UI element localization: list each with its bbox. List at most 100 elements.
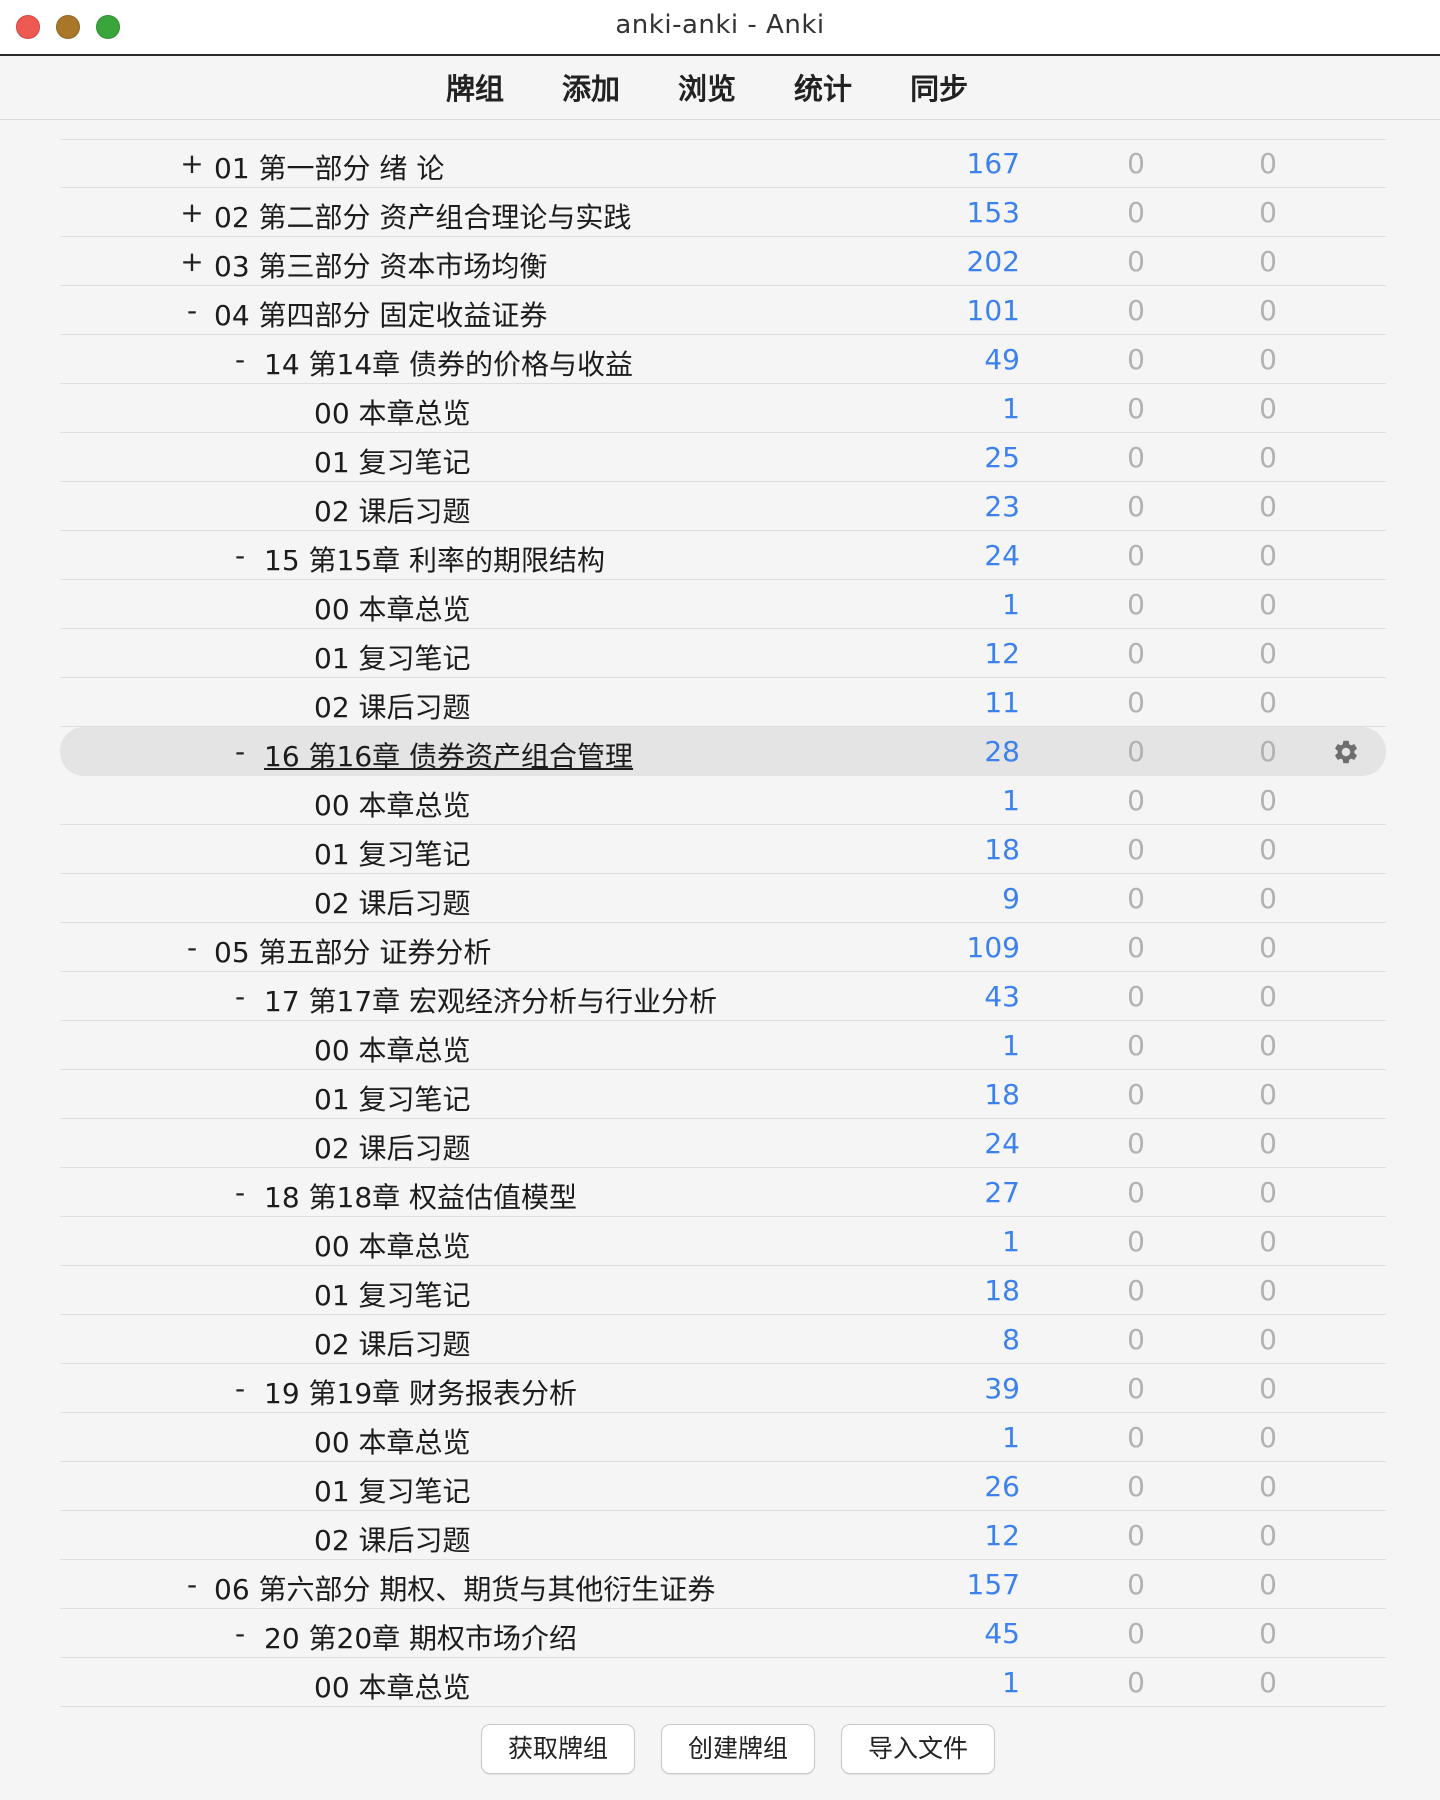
deck-name[interactable]: 01 复习笔记: [314, 833, 471, 873]
new-count: 28: [984, 735, 1020, 768]
deck-row[interactable]: 01 复习笔记 18 0 0: [0, 1070, 1440, 1119]
new-count: 202: [966, 245, 1020, 278]
tab-browse[interactable]: 浏览: [678, 66, 736, 108]
learn-count: 0: [1127, 1568, 1145, 1601]
deck-name[interactable]: 02 课后习题: [314, 490, 471, 530]
deck-row[interactable]: +02 第二部分 资产组合理论与实践 153 0 0: [0, 188, 1440, 237]
tab-add[interactable]: 添加: [562, 66, 620, 108]
deck-row[interactable]: -18 第18章 权益估值模型 27 0 0: [0, 1168, 1440, 1217]
deck-name[interactable]: 02 课后习题: [314, 686, 471, 726]
deck-row[interactable]: 00 本章总览 1 0 0: [0, 1021, 1440, 1070]
deck-row[interactable]: 02 课后习题 9 0 0: [0, 874, 1440, 923]
deck-name[interactable]: 01 复习笔记: [314, 1470, 471, 1510]
deck-name[interactable]: 03 第三部分 资本市场均衡: [214, 245, 547, 285]
deck-row[interactable]: -17 第17章 宏观经济分析与行业分析 43 0 0: [0, 972, 1440, 1021]
learn-count: 0: [1127, 196, 1145, 229]
deck-row[interactable]: +01 第一部分 绪 论 167 0 0: [0, 139, 1440, 188]
deck-row[interactable]: 01 复习笔记 18 0 0: [0, 825, 1440, 874]
tab-sync[interactable]: 同步: [910, 66, 968, 108]
deck-row[interactable]: 02 课后习题 24 0 0: [0, 1119, 1440, 1168]
deck-row[interactable]: 00 本章总览 1 0 0: [0, 384, 1440, 433]
collapse-toggle[interactable]: -: [228, 735, 252, 768]
deck-name[interactable]: 20 第20章 期权市场介绍: [264, 1617, 577, 1657]
deck-row[interactable]: -14 第14章 债券的价格与收益 49 0 0: [0, 335, 1440, 384]
collapse-toggle[interactable]: -: [180, 1568, 204, 1601]
deck-name[interactable]: 00 本章总览: [314, 1666, 471, 1706]
deck-row[interactable]: -05 第五部分 证券分析 109 0 0: [0, 923, 1440, 972]
deck-name[interactable]: 01 复习笔记: [314, 1078, 471, 1118]
deck-name[interactable]: 14 第14章 债券的价格与收益: [264, 343, 633, 383]
deck-name[interactable]: 00 本章总览: [314, 1225, 471, 1265]
tab-decks[interactable]: 牌组: [446, 66, 504, 108]
due-count: 0: [1259, 1568, 1277, 1601]
deck-name[interactable]: 02 课后习题: [314, 1323, 471, 1363]
collapse-toggle[interactable]: -: [228, 539, 252, 572]
deck-row[interactable]: 01 复习笔记 25 0 0: [0, 433, 1440, 482]
deck-name[interactable]: 17 第17章 宏观经济分析与行业分析: [264, 980, 717, 1020]
bottom-bar: 获取牌组 创建牌组 导入文件: [0, 1710, 1440, 1800]
collapse-toggle[interactable]: -: [228, 1372, 252, 1405]
deck-row[interactable]: -19 第19章 财务报表分析 39 0 0: [0, 1364, 1440, 1413]
deck-name[interactable]: 00 本章总览: [314, 392, 471, 432]
due-count: 0: [1259, 539, 1277, 572]
new-count: 1: [1002, 392, 1020, 425]
deck-row[interactable]: 02 课后习题 12 0 0: [0, 1511, 1440, 1560]
deck-name[interactable]: 02 课后习题: [314, 882, 471, 922]
deck-name[interactable]: 00 本章总览: [314, 1029, 471, 1069]
due-count: 0: [1259, 1470, 1277, 1503]
deck-row[interactable]: -06 第六部分 期权、期货与其他衍生证券 157 0 0: [0, 1560, 1440, 1609]
get-shared-button[interactable]: 获取牌组: [481, 1724, 635, 1774]
deck-row[interactable]: 01 复习笔记 18 0 0: [0, 1266, 1440, 1315]
deck-name[interactable]: 01 复习笔记: [314, 1274, 471, 1314]
expand-toggle[interactable]: +: [180, 196, 204, 229]
deck-name[interactable]: 18 第18章 权益估值模型: [264, 1176, 577, 1216]
deck-row-selected[interactable]: -16 第16章 债券资产组合管理 28 0 0: [0, 727, 1440, 776]
deck-row[interactable]: -20 第20章 期权市场介绍 45 0 0: [0, 1609, 1440, 1658]
collapse-toggle[interactable]: -: [228, 1617, 252, 1650]
collapse-toggle[interactable]: -: [228, 1176, 252, 1209]
deck-row[interactable]: 00 本章总览 1 0 0: [0, 776, 1440, 825]
deck-row[interactable]: 00 本章总览 1 0 0: [0, 1217, 1440, 1266]
deck-name[interactable]: 04 第四部分 固定收益证券: [214, 294, 547, 334]
deck-name[interactable]: 15 第15章 利率的期限结构: [264, 539, 605, 579]
expand-toggle[interactable]: +: [180, 147, 204, 180]
deck-list: +01 第一部分 绪 论 167 0 0 +02 第二部分 资产组合理论与实践 153 0 0…: [0, 90, 1440, 1710]
due-count: 0: [1259, 441, 1277, 474]
deck-name[interactable]: 16 第16章 债券资产组合管理: [264, 735, 633, 775]
deck-row[interactable]: 01 复习笔记 26 0 0: [0, 1462, 1440, 1511]
deck-row[interactable]: 02 课后习题 23 0 0: [0, 482, 1440, 531]
due-count: 0: [1259, 980, 1277, 1013]
deck-row[interactable]: 01 复习笔记 12 0 0: [0, 629, 1440, 678]
deck-row[interactable]: -04 第四部分 固定收益证券 101 0 0: [0, 286, 1440, 335]
deck-name[interactable]: 02 课后习题: [314, 1519, 471, 1559]
deck-name[interactable]: 01 第一部分 绪 论: [214, 147, 444, 187]
deck-name[interactable]: 00 本章总览: [314, 1421, 471, 1461]
collapse-toggle[interactable]: -: [180, 931, 204, 964]
deck-row[interactable]: 02 课后习题 8 0 0: [0, 1315, 1440, 1364]
deck-name[interactable]: 06 第六部分 期权、期货与其他衍生证券: [214, 1568, 715, 1608]
collapse-toggle[interactable]: -: [180, 294, 204, 327]
deck-name[interactable]: 01 复习笔记: [314, 441, 471, 481]
gear-icon[interactable]: [1332, 738, 1360, 766]
deck-name[interactable]: 00 本章总览: [314, 784, 471, 824]
import-file-button[interactable]: 导入文件: [841, 1724, 995, 1774]
deck-name[interactable]: 00 本章总览: [314, 588, 471, 628]
deck-row[interactable]: 00 本章总览 1 0 0: [0, 580, 1440, 629]
tab-stats[interactable]: 统计: [794, 66, 852, 108]
deck-row[interactable]: +03 第三部分 资本市场均衡 202 0 0: [0, 237, 1440, 286]
deck-row[interactable]: 00 本章总览 1 0 0: [0, 1413, 1440, 1462]
deck-name[interactable]: 05 第五部分 证券分析: [214, 931, 491, 971]
deck-name[interactable]: 02 课后习题: [314, 1127, 471, 1167]
deck-name[interactable]: 19 第19章 财务报表分析: [264, 1372, 577, 1412]
deck-row[interactable]: 00 本章总览 1 0 0: [0, 1658, 1440, 1707]
deck-row[interactable]: 02 课后习题 11 0 0: [0, 678, 1440, 727]
collapse-toggle[interactable]: -: [228, 343, 252, 376]
deck-name[interactable]: 02 第二部分 资产组合理论与实践: [214, 196, 631, 236]
due-count: 0: [1259, 245, 1277, 278]
deck-row[interactable]: -15 第15章 利率的期限结构 24 0 0: [0, 531, 1440, 580]
learn-count: 0: [1127, 1225, 1145, 1258]
deck-name[interactable]: 01 复习笔记: [314, 637, 471, 677]
create-deck-button[interactable]: 创建牌组: [661, 1724, 815, 1774]
expand-toggle[interactable]: +: [180, 245, 204, 278]
collapse-toggle[interactable]: -: [228, 980, 252, 1013]
